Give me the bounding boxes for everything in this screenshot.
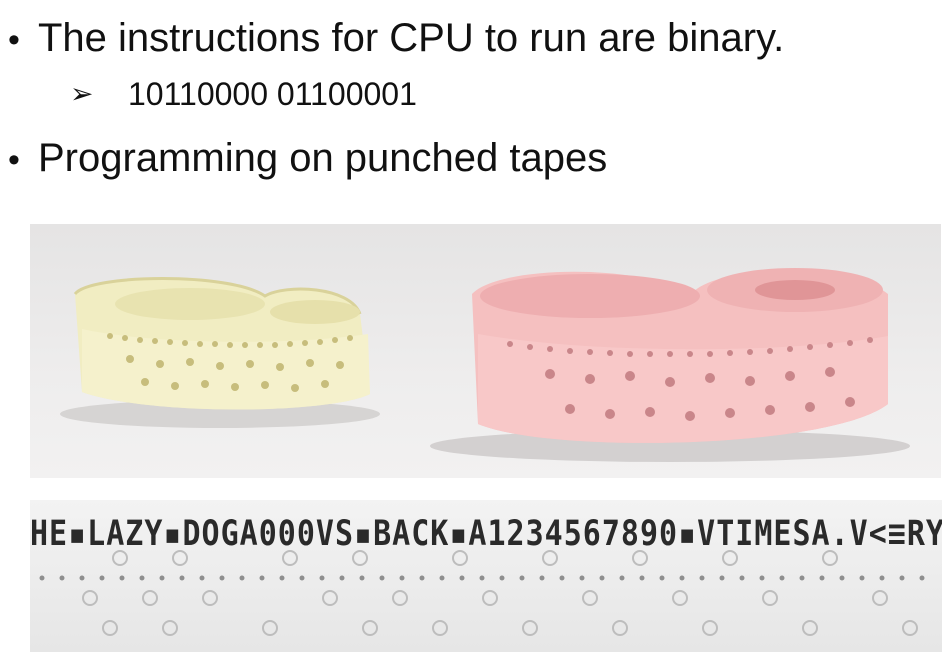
- pink-tape-roll: [472, 268, 888, 443]
- bullet-text-1: The instructions for CPU to run are bina…: [38, 16, 785, 60]
- bullet-item-1: • The instructions for CPU to run are bi…: [8, 16, 784, 62]
- punched-tape-rolls-photo: [30, 224, 941, 478]
- arrow-bullet-icon: ➢: [70, 78, 94, 109]
- bullet-text-2: Programming on punched tapes: [38, 136, 608, 180]
- bullet-dot-icon: •: [8, 21, 20, 59]
- tape-rolls-illustration: [60, 268, 910, 462]
- bullet-item-2: • Programming on punched tapes: [8, 136, 607, 182]
- bullet-dot-icon: •: [8, 141, 20, 179]
- tape-strip-holes: [39, 550, 925, 636]
- yellow-tape-roll: [73, 277, 370, 410]
- sub-bullet-item: ➢ 10110000 01100001: [70, 74, 417, 114]
- binary-example-text: 10110000 01100001: [128, 76, 417, 112]
- printed-tape-strip: HE▪LAZY▪DOGA000VS▪BACK▪A1234567890▪VTIME…: [30, 500, 942, 652]
